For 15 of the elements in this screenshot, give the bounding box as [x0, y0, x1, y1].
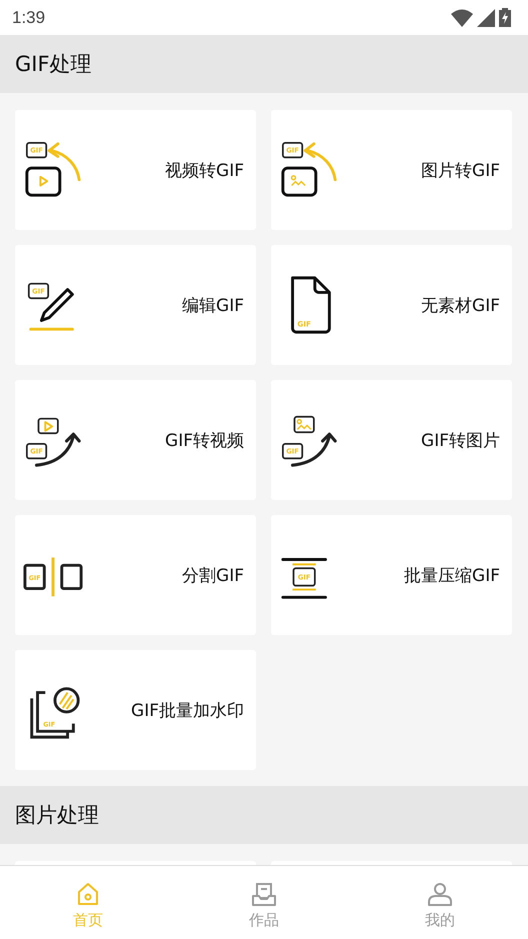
- card-label: GIF批量加水印: [131, 700, 244, 722]
- battery-icon: [499, 8, 511, 27]
- card-label: 无素材GIF: [421, 294, 500, 316]
- section-header: GIF处理: [0, 35, 528, 93]
- status-time: 1:39: [12, 8, 46, 28]
- section-header: 图片处理: [0, 786, 528, 844]
- card-label: 视频转GIF: [165, 160, 244, 182]
- wifi-icon: [451, 8, 473, 26]
- card-label: GIF转图片: [421, 430, 500, 452]
- card-label: 编辑GIF: [182, 294, 244, 316]
- card-label: GIF转视频: [165, 430, 244, 452]
- card-label: 分割GIF: [182, 564, 244, 586]
- card-label: 批量压缩GIF: [404, 564, 500, 586]
- signal-icon: [477, 8, 495, 26]
- card-label: 图片转GIF: [421, 160, 500, 182]
